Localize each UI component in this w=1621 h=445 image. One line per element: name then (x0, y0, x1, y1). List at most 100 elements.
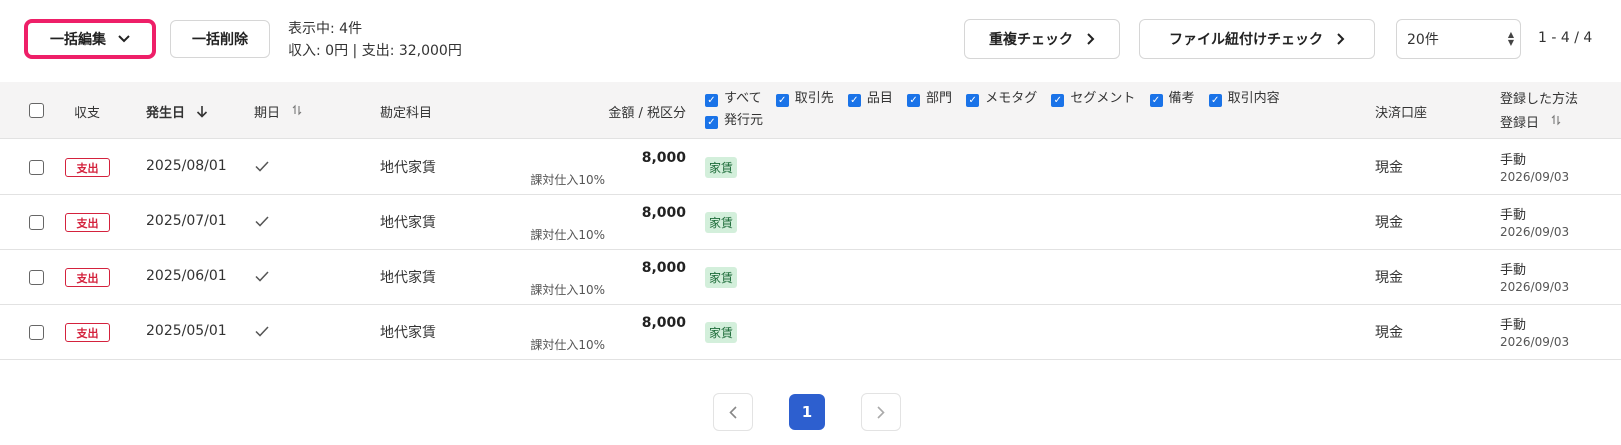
header-reg-date-label: 登録日 (1500, 116, 1540, 131)
file-link-check-label: ファイル紐付けチェック (1169, 32, 1323, 48)
bulk-delete-label: 一括削除 (192, 32, 248, 48)
sort-desc-icon (196, 106, 207, 118)
type-badge: 支出 (65, 268, 110, 287)
type-badge: 支出 (65, 213, 110, 232)
column-toggle-label: すべて (724, 91, 762, 106)
column-toggle[interactable]: ✓ 部門 (907, 88, 952, 110)
row-checkbox[interactable] (29, 325, 44, 340)
memo-tag: 家賃 (705, 212, 738, 233)
header-date[interactable]: 発生日 (146, 102, 208, 121)
checked-checkbox[interactable]: ✓ (1149, 94, 1163, 107)
page-size-select[interactable]: 20件 ▲ ▼ (1396, 19, 1521, 59)
table-header: 収支 発生日 期日 勘定科目 金額 / 税区分 ✓ すべて ✓ 取引先 ✓ 品目 ✓ 部… (0, 82, 1621, 139)
table-row[interactable]: 支出 2025/05/01 地代家賃 8,000 課対仕入10% 家賃 現金 手… (0, 305, 1621, 360)
account-cell: 地代家賃 (380, 270, 436, 286)
amount-cell: 8,000 (641, 260, 686, 276)
check-icon (255, 161, 269, 172)
header-due-label: 期日 (254, 106, 281, 121)
toolbar: 一括編集 一括削除 表示中: 4件 収入: 0円 | 支出: 32,000円 重… (0, 0, 1621, 80)
account-cell: 地代家賃 (380, 325, 436, 341)
page-size-value: 20件 (1407, 32, 1439, 48)
header-payment-account: 決済口座 (1375, 106, 1428, 121)
table-row[interactable]: 支出 2025/06/01 地代家賃 8,000 課対仕入10% 家賃 現金 手… (0, 250, 1621, 305)
checked-checkbox[interactable]: ✓ (966, 94, 980, 107)
duplicate-check-button[interactable]: 重複チェック (964, 19, 1120, 59)
column-toggle[interactable]: ✓ 品目 (847, 88, 893, 110)
sort-icon (292, 104, 302, 116)
header-reg-date[interactable]: 登録日 (1500, 112, 1561, 131)
reg-date-cell: 2026/09/03 (1500, 225, 1570, 239)
column-toggle-label: 発行元 (724, 113, 764, 128)
payment-account-cell: 現金 (1375, 215, 1403, 231)
date-cell: 2025/08/01 (146, 158, 227, 174)
bulk-edit-button[interactable]: 一括編集 (24, 19, 156, 59)
row-checkbox[interactable] (29, 215, 44, 230)
amount-cell: 8,000 (641, 315, 686, 331)
checked-checkbox[interactable]: ✓ (847, 94, 861, 107)
prev-page-button[interactable] (713, 393, 753, 431)
date-cell: 2025/06/01 (146, 268, 227, 284)
reg-date-cell: 2026/09/03 (1500, 170, 1570, 184)
column-toggle[interactable]: ✓ すべて (705, 88, 762, 110)
header-reg-method: 登録した方法 (1500, 92, 1579, 107)
display-count: 表示中: 4件 (288, 21, 363, 37)
current-page-button[interactable]: 1 (789, 394, 825, 430)
chevron-left-icon (729, 405, 737, 419)
checked-checkbox[interactable]: ✓ (705, 116, 718, 129)
duplicate-check-label: 重複チェック (989, 32, 1073, 48)
column-toggle[interactable]: ✓ 取引先 (775, 88, 834, 110)
column-toggle[interactable]: ✓ 発行元 (705, 110, 763, 132)
payment-account-cell: 現金 (1375, 270, 1403, 286)
row-checkbox[interactable] (29, 160, 44, 175)
column-toggle-label: セグメント (1070, 91, 1136, 106)
column-toggles: ✓ すべて ✓ 取引先 ✓ 品目 ✓ 部門 ✓ メモタグ ✓ セグメント ✓ 備考 ✓ 取引内容… (705, 88, 1325, 132)
column-toggle-label: メモタグ (985, 91, 1038, 106)
tax-category: 課対仕入10% (530, 173, 605, 187)
column-toggle[interactable]: ✓ メモタグ (966, 88, 1037, 110)
income-expense-total: 収入: 0円 | 支出: 32,000円 (288, 43, 462, 59)
column-toggle-label: 部門 (926, 91, 953, 106)
bulk-edit-label: 一括編集 (50, 32, 106, 48)
checked-checkbox[interactable]: ✓ (1051, 94, 1065, 107)
reg-method-cell: 手動 (1500, 263, 1527, 278)
reg-date-cell: 2026/09/03 (1500, 335, 1570, 349)
date-cell: 2025/05/01 (146, 323, 227, 339)
header-amount: 金額 / 税区分 (608, 106, 686, 121)
check-icon (255, 271, 269, 282)
account-cell: 地代家賃 (380, 160, 436, 176)
file-link-check-button[interactable]: ファイル紐付けチェック (1139, 19, 1375, 59)
column-toggle-label: 取引先 (794, 91, 834, 106)
tax-category: 課対仕入10% (530, 283, 605, 297)
type-badge: 支出 (65, 323, 110, 342)
date-cell: 2025/07/01 (146, 213, 227, 229)
chevron-down-icon (118, 35, 130, 43)
column-toggle-label: 備考 (1168, 91, 1195, 106)
payment-account-cell: 現金 (1375, 325, 1403, 341)
column-toggle[interactable]: ✓ 備考 (1149, 88, 1195, 110)
checked-checkbox[interactable]: ✓ (705, 94, 718, 107)
checked-checkbox[interactable]: ✓ (775, 94, 789, 107)
type-badge: 支出 (65, 158, 110, 177)
table-row[interactable]: 支出 2025/07/01 地代家賃 8,000 課対仕入10% 家賃 現金 手… (0, 195, 1621, 250)
amount-cell: 8,000 (641, 205, 686, 221)
header-account: 勘定科目 (380, 106, 433, 121)
header-due[interactable]: 期日 (254, 102, 302, 121)
column-toggle-label: 品目 (866, 91, 893, 106)
select-all-checkbox[interactable] (29, 103, 44, 118)
sort-icon (1551, 114, 1561, 126)
memo-tag: 家賃 (705, 267, 738, 288)
table-row[interactable]: 支出 2025/08/01 地代家賃 8,000 課対仕入10% 家賃 現金 手… (0, 140, 1621, 195)
result-range: 1 - 4 / 4 (1538, 30, 1593, 46)
memo-tag: 家賃 (705, 157, 738, 178)
tax-category: 課対仕入10% (530, 228, 605, 242)
row-checkbox[interactable] (29, 270, 44, 285)
check-icon (255, 216, 269, 227)
checked-checkbox[interactable]: ✓ (1208, 94, 1222, 107)
checked-checkbox[interactable]: ✓ (907, 94, 921, 107)
select-arrows-icon: ▲ ▼ (1507, 30, 1514, 47)
payment-account-cell: 現金 (1375, 160, 1403, 176)
column-toggle[interactable]: ✓ セグメント (1051, 88, 1135, 110)
next-page-button[interactable] (861, 393, 901, 431)
bulk-delete-button[interactable]: 一括削除 (170, 20, 270, 58)
column-toggle[interactable]: ✓ 取引内容 (1208, 88, 1280, 110)
